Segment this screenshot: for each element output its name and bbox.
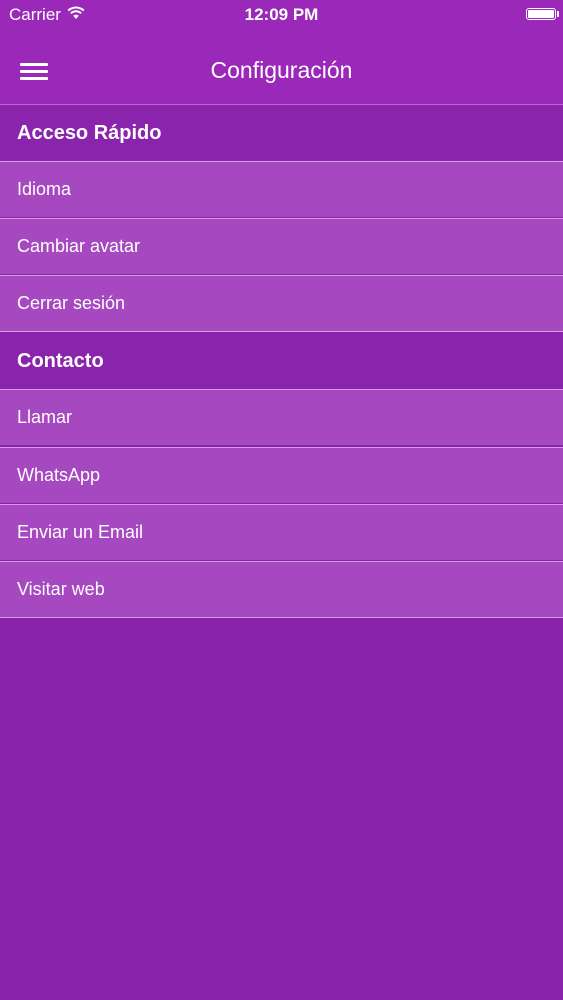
contact-item-llamar[interactable]: Llamar (0, 389, 563, 445)
battery-tip (557, 11, 559, 17)
contact-item-email[interactable]: Enviar un Email (0, 504, 563, 560)
section-header-contacto: Contacto (0, 334, 563, 389)
page-title: Configuración (210, 57, 353, 83)
section-header-acceso-rapido: Acceso Rápido (0, 106, 563, 161)
settings-item-idioma[interactable]: Idioma (0, 161, 563, 217)
settings-item-cambiar-avatar[interactable]: Cambiar avatar (0, 218, 563, 274)
contact-item-visitar-web[interactable]: Visitar web (0, 561, 563, 618)
contact-item-whatsapp[interactable]: WhatsApp (0, 447, 563, 503)
status-bar: Carrier 12:09 PM (0, 0, 563, 30)
settings-item-cerrar-sesion[interactable]: Cerrar sesión (0, 275, 563, 332)
battery-icon (526, 8, 556, 20)
nav-bar: Configuración (0, 30, 563, 105)
status-time: 12:09 PM (244, 5, 319, 24)
